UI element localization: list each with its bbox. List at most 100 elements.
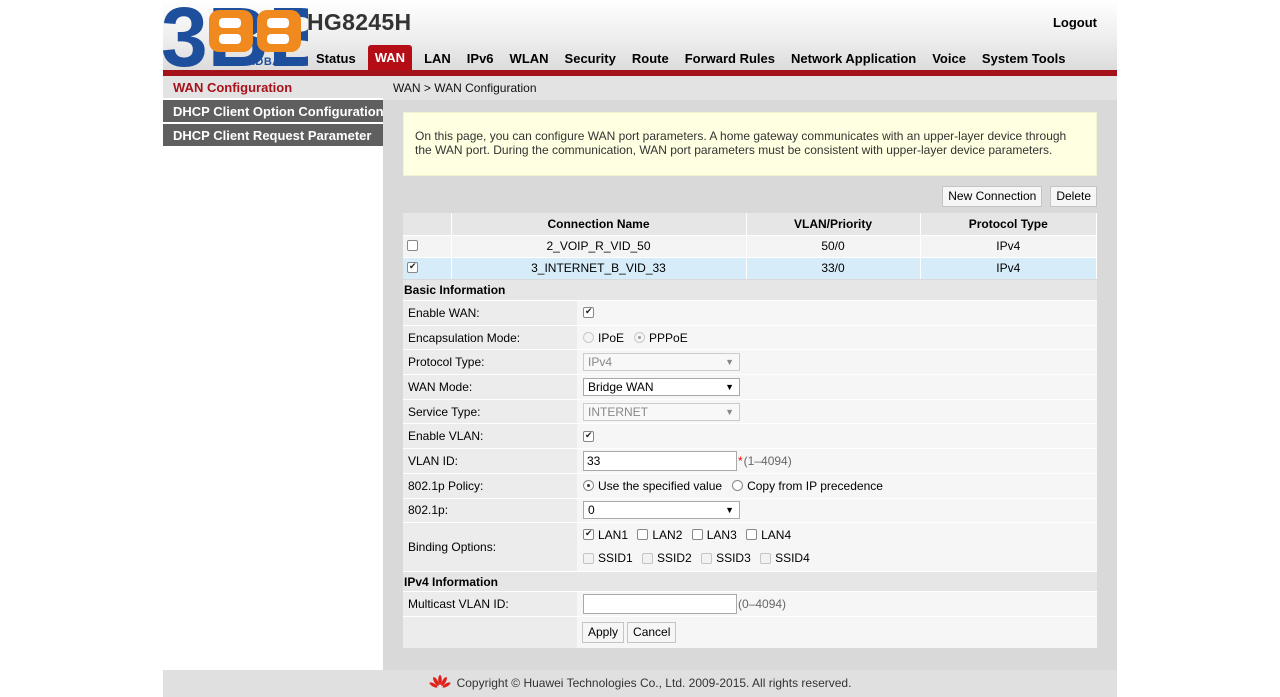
new-connection-button[interactable]: New Connection: [942, 186, 1043, 207]
logo-bb-mark: [205, 8, 307, 54]
tab-route[interactable]: Route: [624, 48, 677, 70]
row-multicast-vlan: Multicast VLAN ID: (0–4094): [403, 591, 1097, 616]
vlan-priority-cell: 50/0: [746, 234, 921, 257]
copyright-text: Copyright © Huawei Technologies Co., Ltd…: [456, 676, 852, 690]
bind-ssid1-checkbox[interactable]: [583, 552, 594, 564]
product-name: HG8245H: [307, 9, 412, 35]
multicast-vlan-input[interactable]: [583, 594, 737, 615]
row-service-type: Service Type: INTERNET: [403, 398, 1097, 424]
tab-wlan[interactable]: WLAN: [502, 48, 557, 70]
protocol-type-label: Protocol Type:: [403, 350, 577, 375]
table-row[interactable]: 2_VOIP_R_VID_50 50/0 IPv4: [403, 234, 1097, 257]
cancel-button[interactable]: Cancel: [627, 621, 677, 643]
bind-lan2-label: LAN2: [652, 527, 683, 542]
huawei-logo-icon: [429, 675, 451, 688]
bind-lan3-checkbox[interactable]: [691, 529, 703, 541]
header-protocol-type: Protocol Type: [920, 213, 1097, 235]
page: 3BB BROADBAND HG8245H Logout Status WAN …: [163, 0, 1117, 697]
apply-button[interactable]: Apply: [582, 621, 625, 643]
multicast-vlan-label: Multicast VLAN ID:: [403, 592, 577, 616]
vlan-id-input[interactable]: 33: [583, 450, 737, 471]
bind-lan1-checkbox[interactable]: [583, 528, 594, 541]
tab-ipv6[interactable]: IPv6: [459, 48, 502, 70]
connection-name-cell: 3_INTERNET_B_VID_33: [451, 256, 747, 279]
bind-ssid4-checkbox[interactable]: [760, 552, 772, 564]
row-enable-vlan: Enable VLAN:: [403, 423, 1097, 449]
bind-ssid2-label: SSID2: [657, 551, 692, 566]
multicast-vlan-hint: (0–4094): [738, 597, 787, 612]
wan-form: Basic Information Enable WAN: Encapsulat…: [403, 280, 1097, 648]
tab-network-application[interactable]: Network Application: [783, 48, 924, 70]
table-header: Connection Name VLAN/Priority Protocol T…: [403, 213, 1097, 235]
table-row[interactable]: 3_INTERNET_B_VID_33 33/0 IPv4: [403, 256, 1097, 279]
service-type-select[interactable]: INTERNET: [583, 402, 740, 421]
tab-security[interactable]: Security: [557, 48, 624, 70]
sidebar-item-dhcp-client-request[interactable]: DHCP Client Request Parameter: [163, 124, 383, 148]
wan-mode-label: WAN Mode:: [403, 375, 577, 399]
tab-status[interactable]: Status: [308, 48, 364, 70]
binding-ssid-group: SSID1 SSID2 SSID3 SSID4: [583, 551, 816, 567]
encap-ipoe-label: IPoE: [598, 330, 625, 345]
bind-lan3-label: LAN3: [706, 527, 737, 542]
tab-voice[interactable]: Voice: [924, 48, 974, 70]
encap-pppoe-label: PPPoE: [649, 330, 688, 345]
section-basic-information: Basic Information: [403, 280, 1097, 300]
connection-table: Connection Name VLAN/Priority Protocol T…: [403, 213, 1097, 279]
connection-name-cell: 2_VOIP_R_VID_50: [451, 234, 747, 257]
row-vlan-id: VLAN ID: 33 * (1–4094): [403, 448, 1097, 473]
row-encapsulation: Encapsulation Mode: IPoE PPPoE: [403, 324, 1097, 350]
row-binding-options: Binding Options: LAN1 LAN2 LAN3 LAN4 SSI…: [403, 522, 1097, 572]
service-type-label: Service Type:: [403, 399, 577, 424]
p8021-label: 802.1p:: [403, 498, 577, 523]
policy-copy-label: Copy from IP precedence: [747, 478, 883, 493]
enable-vlan-label: Enable VLAN:: [403, 424, 577, 449]
encap-ipoe-radio[interactable]: [583, 332, 594, 344]
header: 3BB BROADBAND HG8245H Logout Status WAN …: [163, 0, 1117, 70]
binding-options-label: Binding Options:: [403, 523, 577, 572]
row-select-checkbox[interactable]: [407, 240, 418, 251]
row-select-checkbox[interactable]: [407, 261, 418, 274]
breadcrumb: WAN > WAN Configuration: [383, 76, 1117, 100]
main-content: WAN > WAN Configuration On this page, yo…: [383, 76, 1117, 670]
tab-system-tools[interactable]: System Tools: [974, 48, 1074, 70]
enable-wan-checkbox[interactable]: [583, 306, 594, 319]
row-wan-mode: WAN Mode: Bridge WAN: [403, 374, 1097, 399]
row-8021p-policy: 802.1p Policy: Use the specified value C…: [403, 472, 1097, 498]
required-marker: *: [738, 453, 743, 468]
bind-ssid2-checkbox[interactable]: [642, 552, 654, 564]
wan-mode-select[interactable]: Bridge WAN: [583, 377, 740, 396]
vlan-id-hint: (1–4094): [743, 453, 792, 468]
bind-lan4-checkbox[interactable]: [746, 529, 758, 541]
header-select: [403, 213, 452, 235]
connection-actions: New Connection Delete: [942, 186, 1097, 207]
bind-ssid1-label: SSID1: [598, 551, 633, 566]
tab-lan[interactable]: LAN: [416, 48, 459, 70]
row-8021p: 802.1p: 0: [403, 497, 1097, 523]
bind-ssid4-label: SSID4: [775, 551, 810, 566]
logout-link[interactable]: Logout: [1053, 15, 1097, 30]
bind-lan2-checkbox[interactable]: [637, 529, 649, 541]
section-ipv4-information: IPv4 Information: [403, 571, 1097, 592]
policy-specified-radio[interactable]: [583, 480, 594, 492]
tab-forward-rules[interactable]: Forward Rules: [677, 48, 783, 70]
header-vlan-priority: VLAN/Priority: [746, 213, 921, 235]
bind-ssid3-checkbox[interactable]: [701, 552, 713, 564]
encapsulation-label: Encapsulation Mode:: [403, 325, 577, 350]
enable-vlan-checkbox[interactable]: [583, 430, 594, 442]
vlan-id-label: VLAN ID:: [403, 449, 577, 473]
vlan-priority-cell: 33/0: [746, 256, 921, 279]
delete-button[interactable]: Delete: [1050, 186, 1097, 207]
policy-specified-label: Use the specified value: [598, 478, 723, 493]
protocol-type-select[interactable]: IPv4: [583, 353, 740, 372]
row-protocol-type: Protocol Type: IPv4: [403, 349, 1097, 375]
binding-lan-group: LAN1 LAN2 LAN3 LAN4: [583, 528, 797, 544]
bind-lan1-label: LAN1: [598, 527, 629, 542]
encap-pppoe-radio[interactable]: [634, 332, 646, 344]
sidebar-item-dhcp-client-option[interactable]: DHCP Client Option Configuration: [163, 100, 384, 124]
footer: Copyright © Huawei Technologies Co., Ltd…: [163, 670, 1117, 697]
p8021-select[interactable]: 0: [583, 501, 740, 520]
protocol-cell: IPv4: [920, 234, 1097, 257]
sidebar-item-wan-configuration[interactable]: WAN Configuration: [163, 76, 383, 100]
tab-wan[interactable]: WAN: [367, 45, 413, 70]
policy-copy-radio[interactable]: [732, 480, 744, 492]
